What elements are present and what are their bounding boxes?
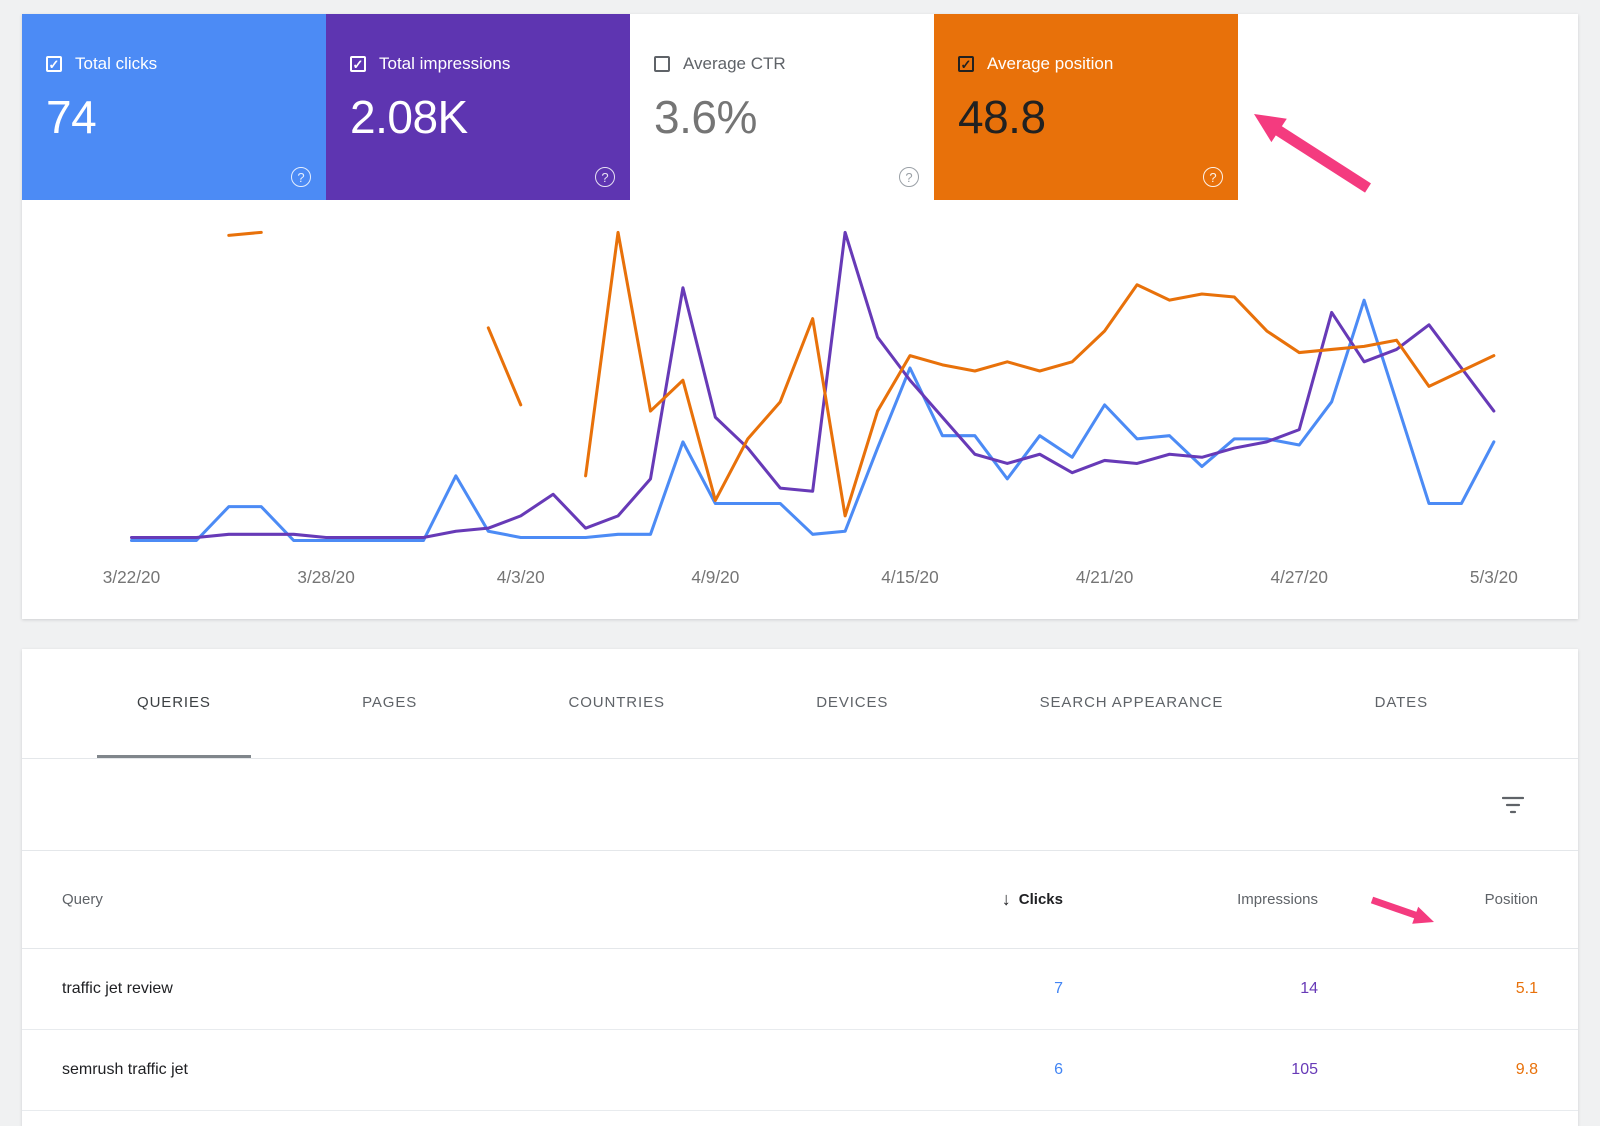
x-tick-label: 3/28/20 [297, 567, 354, 587]
table-row[interactable]: semrush traffic jet 6 105 9.8 [22, 1030, 1578, 1112]
filter-icon[interactable] [1494, 788, 1532, 822]
metric-card-label: Average CTR [683, 54, 786, 73]
column-header-clicks[interactable]: ↓ Clicks [913, 889, 1063, 910]
metric-card-average-position[interactable]: ✓ Average position 48.8 ? [934, 14, 1238, 200]
metric-card-value: 3.6% [654, 91, 757, 143]
chart-line-position [227, 230, 1496, 518]
metric-card-value: 2.08K [350, 91, 468, 143]
tab-dates[interactable]: DATES [1335, 649, 1468, 758]
performance-panel: ✓ Total clicks 74 ? ✓ Total impressions … [22, 14, 1578, 620]
query-cell: semrush traffic jet [62, 1061, 188, 1079]
impressions-cell: 105 [1291, 1061, 1318, 1079]
metric-cards-row: ✓ Total clicks 74 ? ✓ Total impressions … [22, 14, 1578, 200]
tab-pages[interactable]: PAGES [322, 649, 457, 758]
column-header-position[interactable]: Position [1318, 891, 1538, 908]
tab-countries[interactable]: COUNTRIES [528, 649, 704, 758]
column-header-impressions[interactable]: Impressions [1063, 891, 1318, 908]
metric-card-label: Total impressions [379, 54, 511, 73]
performance-chart: 3/22/20 3/28/20 4/3/20 4/9/20 4/15/20 4/21/20… [103, 230, 1518, 587]
clicks-cell: 7 [1054, 980, 1063, 998]
tab-queries[interactable]: QUERIES [97, 649, 251, 759]
chart-line-clicks [129, 298, 1496, 543]
results-table-panel: QUERIES PAGES COUNTRIES DEVICES SEARCH A… [22, 649, 1578, 1126]
metric-card-label: Total clicks [75, 54, 158, 73]
metric-card-header: ✓ Total clicks [46, 54, 302, 74]
column-header-clicks-label: Clicks [1018, 891, 1063, 909]
help-icon[interactable]: ? [899, 167, 919, 187]
x-tick-label: 4/21/20 [1076, 567, 1133, 587]
x-tick-label: 4/3/20 [497, 567, 545, 587]
help-icon[interactable]: ? [1203, 167, 1223, 187]
checkbox-checked-icon[interactable]: ✓ [46, 56, 62, 72]
metric-card-value: 74 [46, 91, 97, 143]
metric-card-label: Average position [987, 54, 1114, 73]
table-toolbar [22, 759, 1578, 852]
clicks-cell: 6 [1054, 1061, 1063, 1079]
checkbox-unchecked-icon[interactable] [654, 56, 670, 72]
table-row[interactable]: traffic jet review 7 14 5.1 [22, 949, 1578, 1031]
x-tick-label: 5/3/20 [1470, 567, 1518, 587]
x-tick-label: 4/27/20 [1271, 567, 1328, 587]
tab-devices[interactable]: DEVICES [776, 649, 928, 758]
metric-card-total-clicks[interactable]: ✓ Total clicks 74 ? [22, 14, 326, 200]
help-icon[interactable]: ? [291, 167, 311, 187]
x-tick-label: 3/22/20 [103, 567, 160, 587]
position-cell: 9.8 [1515, 1061, 1538, 1079]
dimension-tabs: QUERIES PAGES COUNTRIES DEVICES SEARCH A… [22, 649, 1578, 760]
metric-card-total-impressions[interactable]: ✓ Total impressions 2.08K ? [326, 14, 630, 200]
help-icon[interactable]: ? [595, 167, 615, 187]
sort-desc-icon: ↓ [1001, 889, 1011, 910]
column-header-query[interactable]: Query [62, 891, 913, 908]
impressions-cell: 14 [1300, 980, 1318, 998]
chart-area: 3/22/20 3/28/20 4/3/20 4/9/20 4/15/20 4/21/20… [22, 206, 1578, 601]
checkbox-checked-icon[interactable]: ✓ [350, 56, 366, 72]
tab-search-appearance[interactable]: SEARCH APPEARANCE [1000, 649, 1264, 758]
metric-card-header: ✓ Average position [958, 54, 1214, 74]
checkbox-checked-icon[interactable]: ✓ [958, 56, 974, 72]
metric-card-header: ✓ Total impressions [350, 54, 606, 74]
table-header-row: Query ↓ Clicks Impressions Position [22, 851, 1578, 950]
chart-line-impressions [129, 230, 1496, 539]
metric-card-value: 48.8 [958, 91, 1046, 143]
metric-card-header: Average CTR [654, 54, 910, 74]
x-tick-label: 4/9/20 [691, 567, 739, 587]
x-tick-label: 4/15/20 [881, 567, 938, 587]
position-cell: 5.1 [1515, 980, 1538, 998]
query-cell: traffic jet review [62, 980, 173, 998]
metric-card-average-ctr[interactable]: Average CTR 3.6% ? [630, 14, 934, 200]
